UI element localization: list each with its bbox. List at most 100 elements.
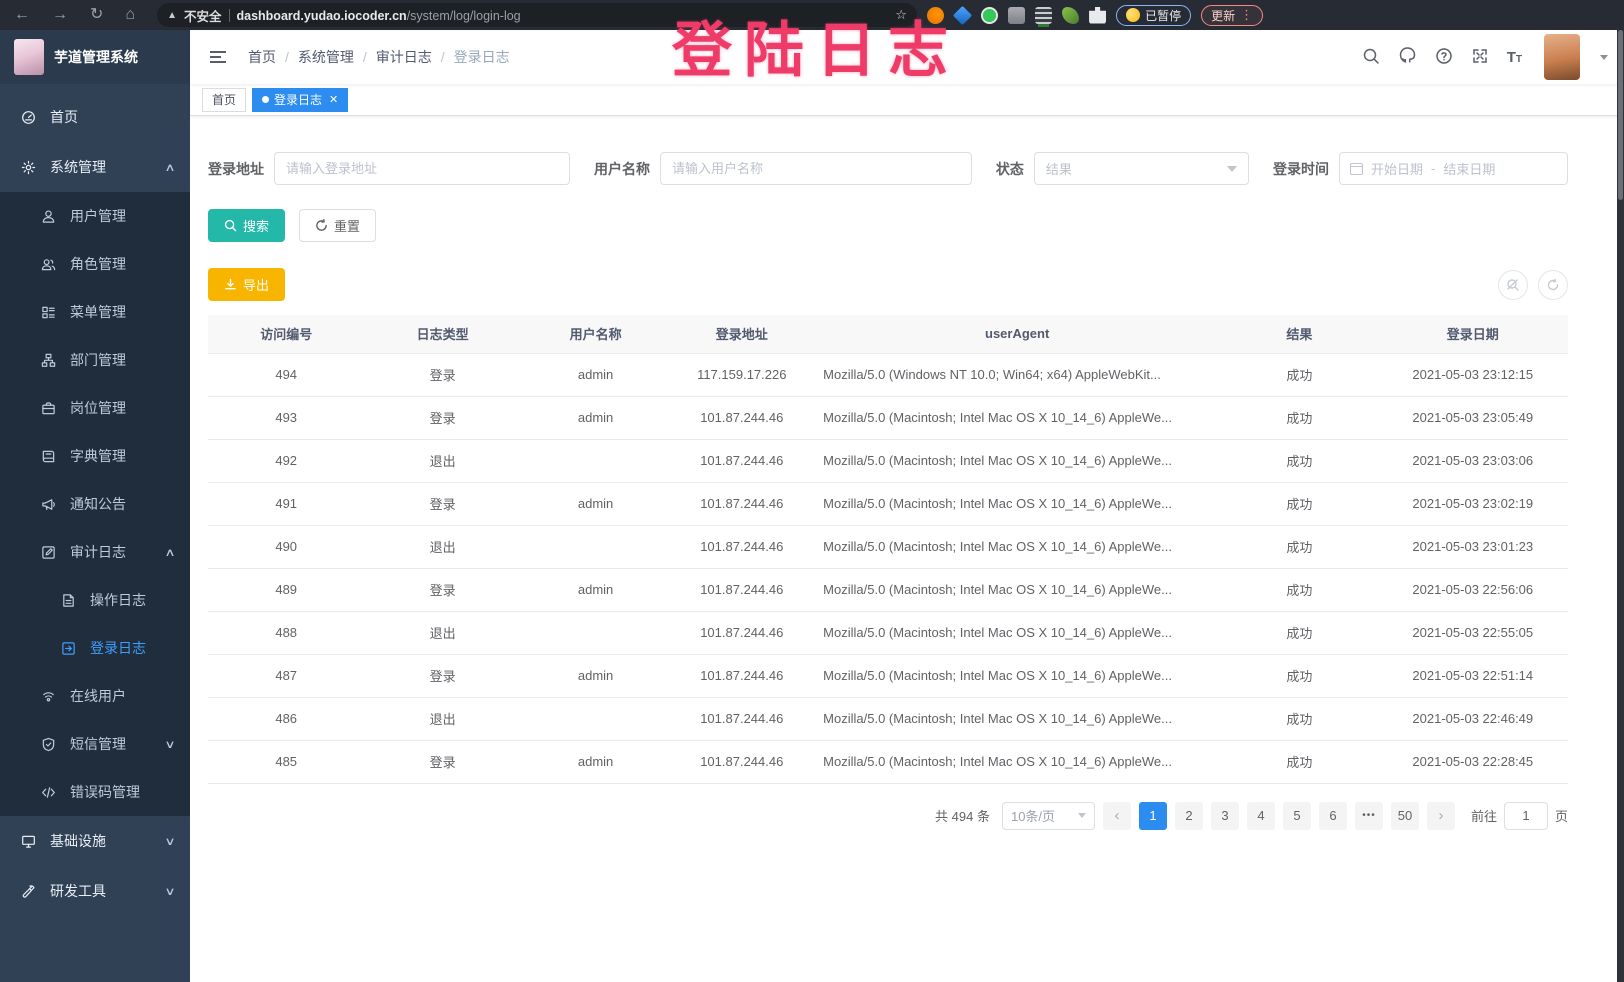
date-range-picker[interactable]: 开始日期 - 结束日期: [1339, 152, 1568, 185]
user-avatar[interactable]: [1544, 34, 1580, 80]
extension-grid-icon[interactable]: [1008, 7, 1025, 24]
sidebar-item-dict-mgmt[interactable]: 字典管理: [0, 432, 190, 480]
tag-close-icon[interactable]: ✕: [329, 93, 338, 106]
browser-menu-icon[interactable]: ⋮: [1240, 7, 1253, 23]
browser-back-icon[interactable]: ←: [8, 7, 36, 23]
prev-page-button[interactable]: ‹: [1103, 802, 1131, 830]
sidebar-item-label: 审计日志: [70, 542, 126, 562]
breadcrumb-home[interactable]: 首页: [248, 47, 276, 67]
extension-tampermonkey-icon[interactable]: [1035, 7, 1052, 24]
sidebar-toggle-icon[interactable]: [202, 45, 234, 69]
sidebar-item-infrastructure[interactable]: 基础设施∨: [0, 816, 190, 866]
sidebar-menu: 首页系统管理∧用户管理角色管理菜单管理部门管理岗位管理字典管理通知公告审计日志∧…: [0, 84, 190, 982]
github-icon[interactable]: [1398, 46, 1417, 68]
chevron-down-icon: [1227, 166, 1237, 172]
sidebar-item-sms-mgmt[interactable]: 短信管理∨: [0, 720, 190, 768]
page-button-4[interactable]: 4: [1247, 802, 1275, 830]
sidebar-item-label: 岗位管理: [70, 398, 126, 418]
browser-reload-icon[interactable]: ↻: [84, 7, 109, 23]
status-select[interactable]: 结果: [1034, 152, 1249, 185]
reset-button[interactable]: 重置: [299, 209, 376, 242]
sidebar-item-notice[interactable]: 通知公告: [0, 480, 190, 528]
result-cell: 成功: [1221, 568, 1377, 611]
user-agent-cell: Mozilla/5.0 (Macintosh; Intel Mac OS X 1…: [813, 697, 1221, 740]
search-icon[interactable]: [1362, 47, 1380, 68]
breadcrumb-system[interactable]: 系统管理: [298, 47, 354, 67]
result-cell: 成功: [1221, 396, 1377, 439]
login-date-cell: 2021-05-03 23:12:15: [1378, 353, 1568, 396]
bookmark-star-icon[interactable]: ☆: [895, 7, 907, 23]
result-cell: 成功: [1221, 525, 1377, 568]
refresh-button[interactable]: [1538, 270, 1568, 300]
sidebar-item-operation-log[interactable]: 操作日志: [0, 576, 190, 624]
avatar-caret-icon[interactable]: [1600, 55, 1608, 60]
result-cell: 成功: [1221, 353, 1377, 396]
extension-gem-icon[interactable]: [953, 5, 972, 24]
font-size-icon[interactable]: TT: [1507, 49, 1522, 66]
fullscreen-icon[interactable]: [1471, 47, 1489, 68]
user-agent-cell: Mozilla/5.0 (Macintosh; Intel Mac OS X 1…: [813, 439, 1221, 482]
document-icon: [60, 592, 76, 608]
sidebar-item-dev-tools[interactable]: 研发工具∨: [0, 866, 190, 916]
sidebar-item-errorcode-mgmt[interactable]: 错误码管理: [0, 768, 190, 816]
username-input[interactable]: [660, 152, 972, 185]
sidebar-item-login-log[interactable]: 登录日志: [0, 624, 190, 672]
shield-icon: [40, 736, 56, 752]
sidebar-item-label: 首页: [50, 107, 78, 127]
page-button-1[interactable]: 1: [1139, 802, 1167, 830]
table-row: 489登录admin101.87.244.46Mozilla/5.0 (Maci…: [208, 568, 1568, 611]
sidebar-item-home[interactable]: 首页: [0, 92, 190, 142]
sidebar-item-dept-mgmt[interactable]: 部门管理: [0, 336, 190, 384]
user-agent-cell: Mozilla/5.0 (Macintosh; Intel Mac OS X 1…: [813, 525, 1221, 568]
page-button-6[interactable]: 6: [1319, 802, 1347, 830]
address-input[interactable]: [274, 152, 570, 185]
tag-login-log[interactable]: 登录日志 ✕: [252, 88, 348, 112]
next-page-button[interactable]: ›: [1427, 802, 1455, 830]
active-tag-dot: [262, 96, 269, 103]
sidebar-item-system-mgmt[interactable]: 系统管理∧: [0, 142, 190, 192]
sidebar-item-user-mgmt[interactable]: 用户管理: [0, 192, 190, 240]
address-bar[interactable]: ▲ 不安全 dashboard.yudao.iocoder.cn/system/…: [157, 3, 917, 27]
tag-home[interactable]: 首页: [202, 88, 246, 112]
access-id-cell: 494: [208, 353, 364, 396]
browser-forward-icon[interactable]: →: [46, 7, 74, 23]
username-cell: [521, 525, 671, 568]
sidebar-item-label: 操作日志: [90, 590, 146, 610]
page-button-3[interactable]: 3: [1211, 802, 1239, 830]
hide-search-button[interactable]: [1498, 270, 1528, 300]
wrench-icon: [20, 883, 36, 899]
refresh-icon: [315, 219, 328, 232]
user-agent-cell: Mozilla/5.0 (Macintosh; Intel Mac OS X 1…: [813, 611, 1221, 654]
sidebar-item-online-users[interactable]: 在线用户: [0, 672, 190, 720]
sidebar-item-role-mgmt[interactable]: 角色管理: [0, 240, 190, 288]
paused-badge[interactable]: 已暂停: [1116, 5, 1191, 26]
more-pages-button[interactable]: •••: [1355, 802, 1383, 830]
extension-leaf-icon[interactable]: [1062, 7, 1079, 24]
sidebar-logo[interactable]: 芋道管理系统: [0, 30, 190, 84]
total-count: 共 494 条: [935, 806, 990, 825]
goto-page-input[interactable]: [1504, 802, 1548, 830]
sidebar-item-audit-log[interactable]: 审计日志∧: [0, 528, 190, 576]
username-cell: admin: [521, 353, 671, 396]
help-icon[interactable]: [1435, 47, 1453, 68]
update-button[interactable]: 更新 ⋮: [1201, 5, 1263, 26]
extension-green-circle-icon[interactable]: [981, 7, 998, 24]
page-button-50[interactable]: 50: [1391, 802, 1419, 830]
username-cell: admin: [521, 482, 671, 525]
sidebar-item-menu-mgmt[interactable]: 菜单管理: [0, 288, 190, 336]
column-header-2: 用户名称: [521, 315, 671, 353]
browser-home-icon[interactable]: ⌂: [119, 7, 141, 23]
search-button[interactable]: 搜索: [208, 209, 285, 242]
scrollbar-thumb[interactable]: [1618, 30, 1623, 200]
result-cell: 成功: [1221, 439, 1377, 482]
window-scrollbar[interactable]: [1617, 30, 1624, 982]
breadcrumb-audit[interactable]: 审计日志: [376, 47, 432, 67]
page-button-2[interactable]: 2: [1175, 802, 1203, 830]
sidebar-item-post-mgmt[interactable]: 岗位管理: [0, 384, 190, 432]
page-button-5[interactable]: 5: [1283, 802, 1311, 830]
page-size-select[interactable]: 10条/页: [1002, 802, 1095, 830]
dashboard-icon: [20, 109, 36, 125]
extension-puzzle-icon[interactable]: [1089, 7, 1106, 24]
export-button[interactable]: 导出: [208, 268, 285, 301]
extension-firefox-icon[interactable]: [927, 7, 944, 24]
